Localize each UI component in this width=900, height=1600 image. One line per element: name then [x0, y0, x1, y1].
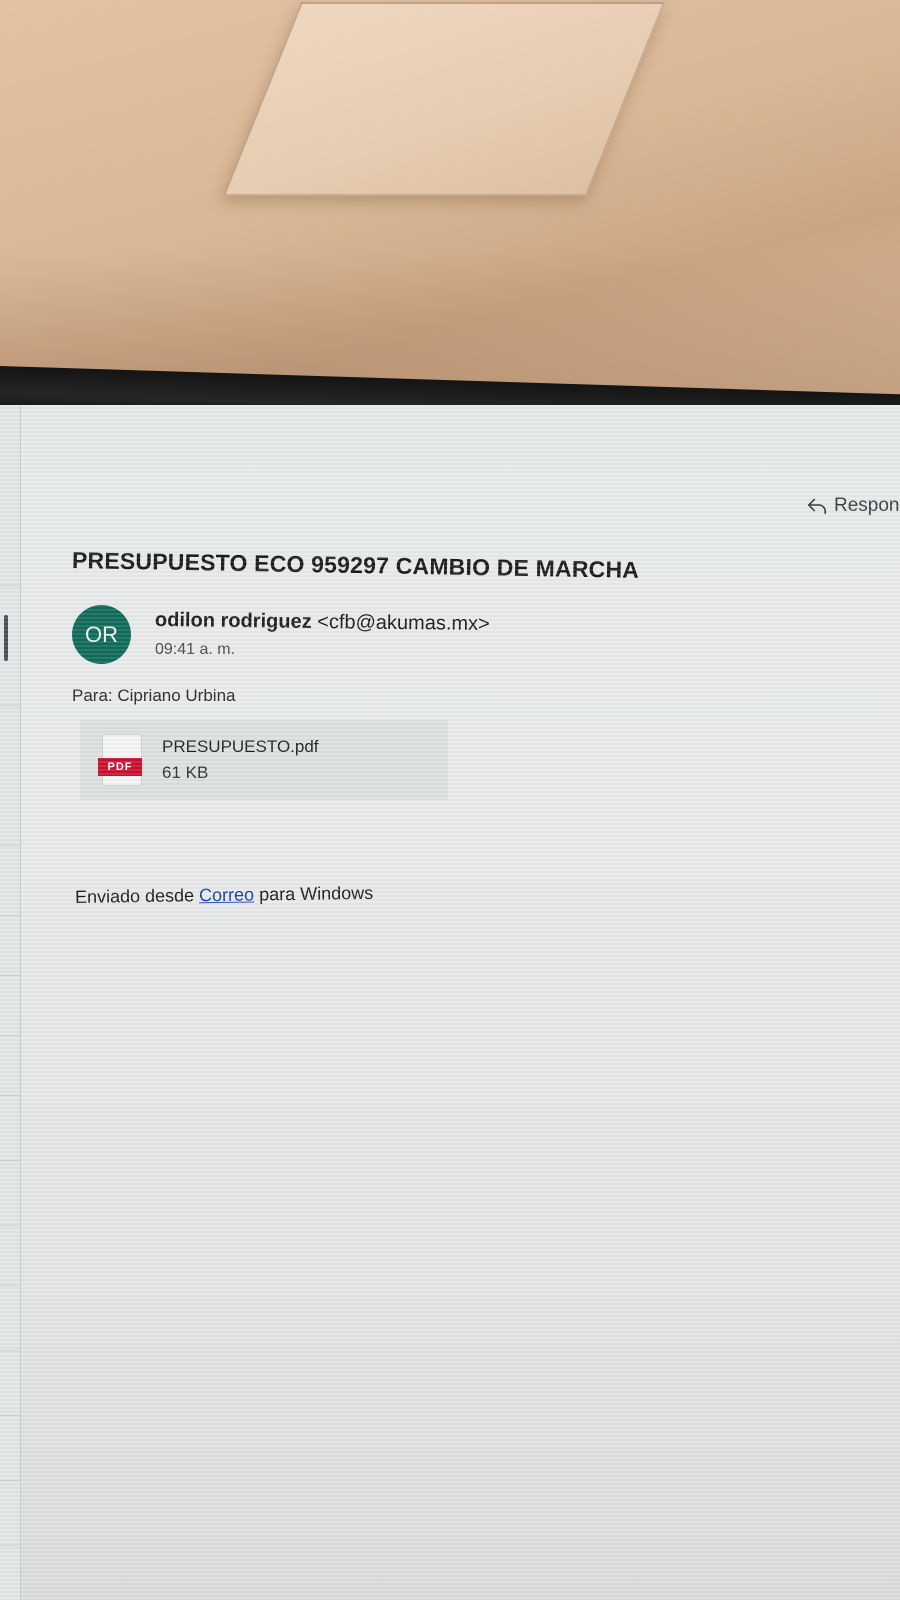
list-item[interactable] [0, 845, 20, 846]
received-time: 09:41 a. m. [155, 641, 236, 658]
pdf-badge: PDF [98, 758, 142, 776]
list-item[interactable] [0, 1160, 20, 1161]
reply-button[interactable]: Respond [806, 495, 900, 517]
sender-avatar[interactable]: OR [72, 605, 131, 664]
list-item[interactable] [0, 1035, 20, 1036]
recipient-line: Para: Cipriano Urbina [72, 686, 236, 706]
reply-label: Respond [834, 495, 900, 516]
list-item[interactable] [0, 1545, 20, 1546]
correo-link[interactable]: Correo [199, 884, 254, 905]
list-item[interactable] [0, 1350, 20, 1351]
attachment-name: PRESUPUESTO.pdf [162, 737, 319, 756]
pdf-file-icon: PDF [98, 734, 144, 786]
list-item[interactable] [0, 975, 20, 976]
attachment-card[interactable]: PDF PRESUPUESTO.pdf 61 KB [80, 720, 448, 800]
email-subject: PRESUPUESTO ECO 959297 CAMBIO DE MARCHA [71, 547, 640, 583]
sender-initials: OR [85, 621, 118, 647]
sender-name: odilon rodriguez [154, 609, 312, 633]
message-list-edge[interactable] [0, 405, 21, 1600]
list-item[interactable] [0, 915, 20, 916]
to-label: Para: [72, 686, 113, 705]
list-item[interactable] [0, 1225, 20, 1226]
attachment-meta: PRESUPUESTO.pdf 61 KB [162, 734, 319, 786]
attachment-size: 61 KB [162, 763, 209, 782]
signature-prefix: Enviado desde [74, 885, 195, 907]
signature-suffix: para Windows [258, 882, 374, 905]
selected-item-indicator [4, 615, 8, 661]
list-item[interactable] [0, 1415, 20, 1416]
to-recipient[interactable]: Cipriano Urbina [117, 686, 235, 705]
mail-reading-pane: Respond PRESUPUESTO ECO 959297 CAMBIO DE… [0, 405, 900, 1600]
list-item[interactable] [0, 1285, 20, 1286]
email-body-signature: Enviado desde Correo para Windows [75, 883, 373, 908]
sender-line[interactable]: odilon rodriguez <cfb@akumas.mx> [155, 609, 490, 636]
list-item[interactable] [0, 705, 20, 706]
reply-icon [807, 498, 827, 515]
list-item[interactable] [0, 585, 20, 586]
sender-email: <cfb@akumas.mx> [317, 610, 490, 636]
list-item[interactable] [0, 1480, 20, 1481]
list-item[interactable] [0, 1095, 20, 1096]
